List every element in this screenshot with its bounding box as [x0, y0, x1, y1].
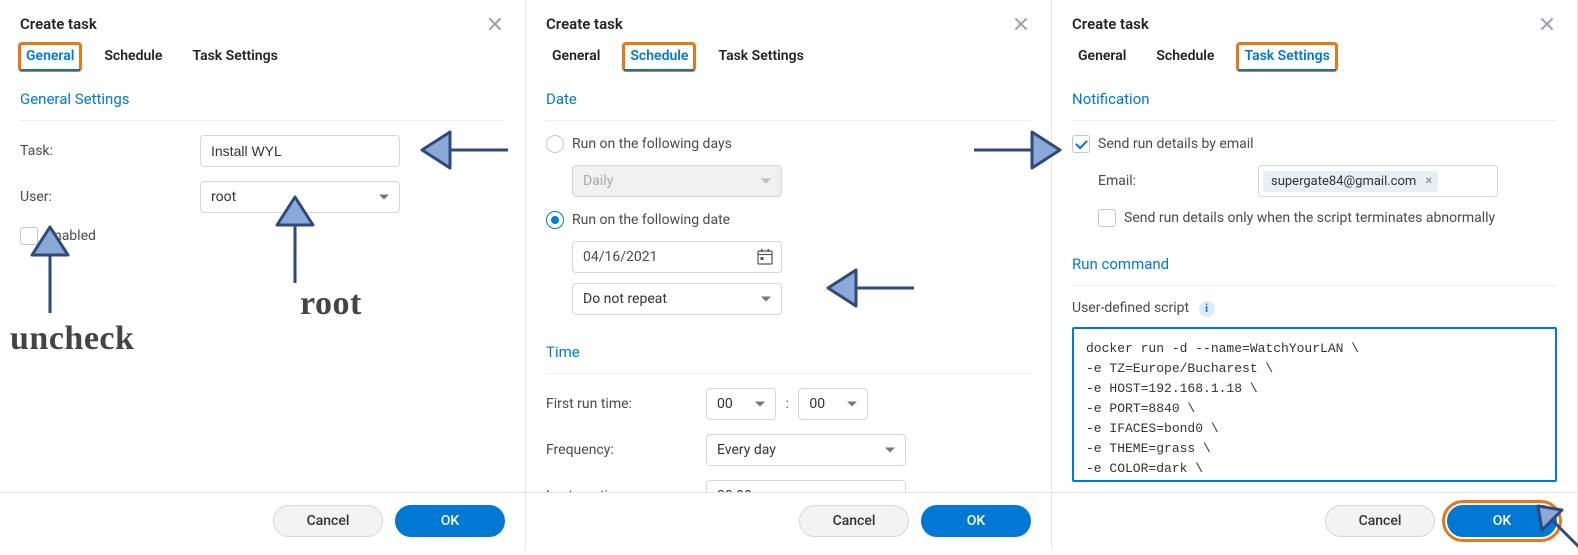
first-min-value: 00 [809, 396, 825, 412]
section-date: Date [546, 80, 1031, 121]
tab-schedule[interactable]: Schedule [98, 44, 168, 70]
section-run-command: Run command [1072, 245, 1557, 286]
send-email-label: Send run details by email [1098, 136, 1254, 152]
user-label: User: [20, 189, 190, 205]
close-icon[interactable] [1537, 14, 1557, 34]
days-select-value: Daily [583, 173, 613, 189]
section-notification: Notification [1072, 80, 1557, 121]
panel-general: Create task General Schedule Task Settin… [0, 0, 526, 549]
radio-run-date[interactable] [546, 211, 564, 229]
tab-general[interactable]: General [20, 44, 80, 70]
email-chip: supergate84@gmail.com × [1263, 171, 1438, 192]
chevron-down-icon [885, 448, 895, 453]
date-value: 04/16/2021 [583, 249, 658, 265]
titlebar: Create task [0, 0, 525, 44]
cancel-button[interactable]: Cancel [799, 505, 909, 537]
abnormal-only-label: Send run details only when the script te… [1124, 210, 1495, 226]
send-email-checkbox[interactable] [1072, 135, 1090, 153]
dialog-title: Create task [546, 15, 623, 33]
dialog-title: Create task [1072, 15, 1149, 33]
dialog-title: Create task [20, 15, 97, 33]
ok-button[interactable]: OK [395, 505, 505, 537]
days-select: Daily [572, 165, 782, 197]
radio-run-days-label: Run on the following days [572, 136, 732, 152]
frequency-label: Frequency: [546, 442, 696, 458]
enabled-label: Enabled [46, 228, 96, 244]
close-icon[interactable] [485, 14, 505, 34]
cancel-button[interactable]: Cancel [273, 505, 383, 537]
email-label: Email: [1098, 173, 1248, 189]
tab-general[interactable]: General [1072, 44, 1132, 70]
remove-chip-icon[interactable]: × [1425, 175, 1432, 188]
tab-task-settings[interactable]: Task Settings [1238, 44, 1335, 70]
first-hour-select[interactable]: 00 [706, 388, 776, 420]
ok-button[interactable]: OK [1447, 505, 1557, 537]
email-field[interactable]: supergate84@gmail.com × [1258, 165, 1498, 197]
frequency-select[interactable]: Every day [706, 434, 906, 466]
first-run-label: First run time: [546, 396, 696, 412]
enabled-checkbox[interactable] [20, 227, 38, 245]
user-script-label: User-defined script [1072, 300, 1189, 316]
tab-schedule[interactable]: Schedule [1150, 44, 1220, 70]
tab-task-settings[interactable]: Task Settings [186, 44, 283, 70]
chevron-down-icon [761, 179, 771, 184]
user-select[interactable]: root [200, 181, 400, 213]
cancel-button[interactable]: Cancel [1325, 505, 1435, 537]
tabs: General Schedule Task Settings [0, 44, 525, 80]
email-value: supergate84@gmail.com [1271, 174, 1416, 189]
tabs: General Schedule Task Settings [1052, 44, 1577, 80]
section-general-settings: General Settings [20, 80, 505, 121]
panel-task-settings: Create task General Schedule Task Settin… [1052, 0, 1578, 549]
titlebar: Create task [1052, 0, 1577, 44]
close-icon[interactable] [1011, 14, 1031, 34]
radio-run-days[interactable] [546, 135, 564, 153]
chevron-down-icon [379, 195, 389, 200]
last-run-select[interactable]: 00:00 [706, 480, 906, 492]
script-textarea[interactable] [1072, 327, 1557, 482]
task-label: Task: [20, 143, 190, 159]
radio-run-date-label: Run on the following date [572, 212, 730, 228]
abnormal-only-checkbox[interactable] [1098, 209, 1116, 227]
calendar-icon [757, 249, 773, 265]
tab-schedule[interactable]: Schedule [624, 44, 694, 70]
titlebar: Create task [526, 0, 1051, 44]
info-icon[interactable]: i [1199, 301, 1215, 317]
chevron-down-icon [847, 402, 857, 407]
date-input[interactable]: 04/16/2021 [572, 241, 782, 273]
time-colon: : [785, 396, 788, 412]
first-hour-value: 00 [717, 396, 733, 412]
ok-button[interactable]: OK [921, 505, 1031, 537]
first-min-select[interactable]: 00 [798, 388, 868, 420]
tab-general[interactable]: General [546, 44, 606, 70]
repeat-select-value: Do not repeat [583, 291, 667, 307]
panel-schedule: Create task General Schedule Task Settin… [526, 0, 1052, 549]
tabs: General Schedule Task Settings [526, 44, 1051, 80]
section-time: Time [546, 333, 1031, 374]
frequency-value: Every day [717, 442, 776, 458]
repeat-select[interactable]: Do not repeat [572, 283, 782, 315]
chevron-down-icon [761, 297, 771, 302]
chevron-down-icon [755, 402, 765, 407]
tab-task-settings[interactable]: Task Settings [712, 44, 809, 70]
user-select-value: root [211, 189, 236, 205]
task-name-input[interactable] [200, 135, 400, 167]
